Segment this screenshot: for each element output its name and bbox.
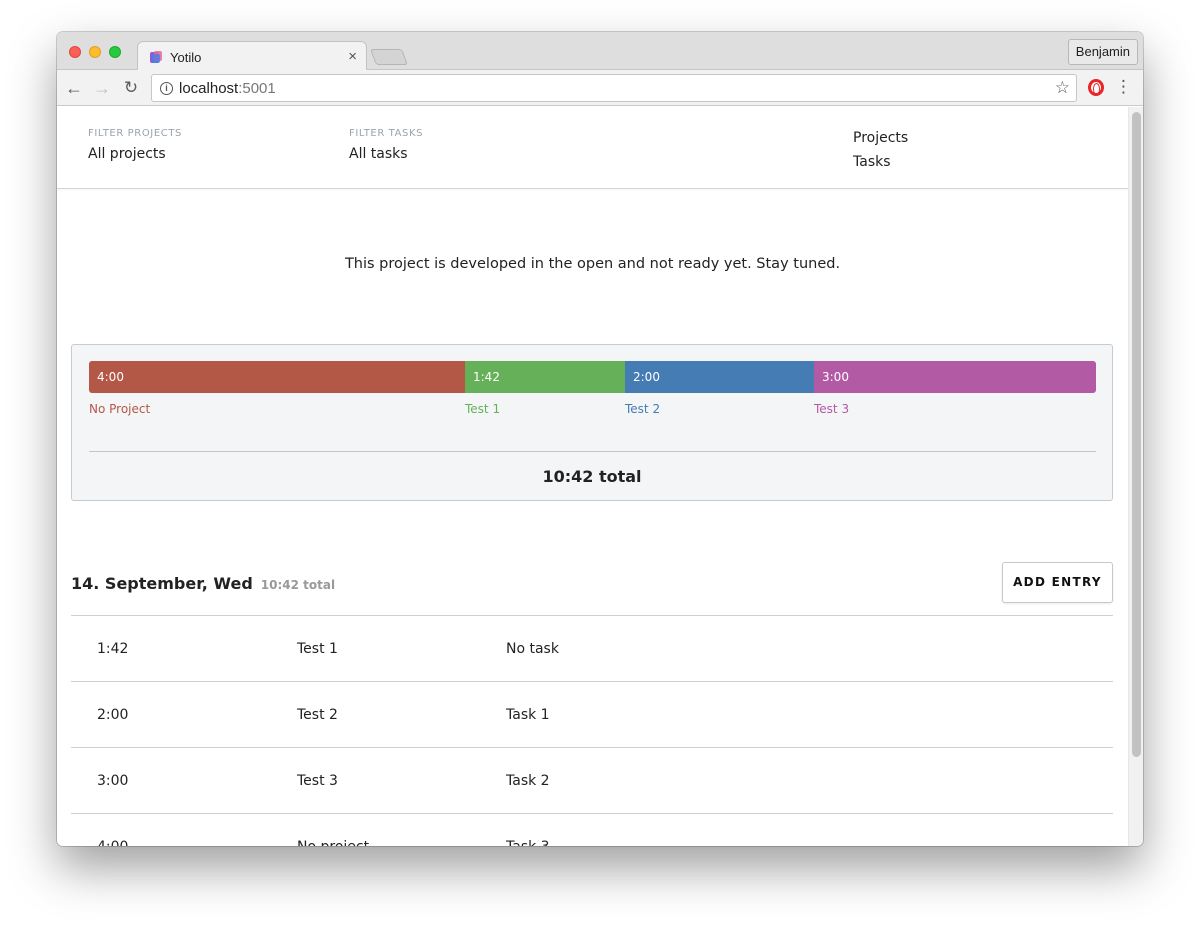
segment-label: Test 1: [465, 402, 501, 416]
forward-arrow-icon[interactable]: →: [91, 77, 113, 99]
back-arrow-icon[interactable]: ←: [63, 77, 85, 99]
day-header: 14. September, Wed 10:42 total: [71, 574, 335, 593]
maximize-window-button[interactable]: [109, 46, 121, 58]
filter-bar: FILTER PROJECTS All projects FILTER TASK…: [57, 107, 1128, 189]
segment-label: No Project: [89, 402, 151, 416]
entry-row[interactable]: 2:00 Test 2 Task 1: [71, 681, 1113, 747]
entry-task: No task: [506, 641, 559, 657]
summary-total: 10:42 total: [542, 467, 642, 486]
url-port: :5001: [238, 80, 276, 97]
filter-projects[interactable]: FILTER PROJECTS All projects: [88, 128, 182, 162]
summary-panel: 4:00 1:42 2:00 3:00 No Project Test 1 Test 2 T…: [71, 344, 1113, 501]
entry-row[interactable]: 3:00 Test 3 Task 2: [71, 747, 1113, 813]
entry-duration: 4:00: [97, 839, 128, 846]
scrollbar[interactable]: [1128, 107, 1143, 846]
info-icon[interactable]: i: [160, 82, 173, 95]
entry-duration: 2:00: [97, 707, 129, 723]
bar-segment: 4:00: [89, 361, 465, 393]
entry-duration: 1:42: [97, 641, 129, 657]
new-tab-button[interactable]: [370, 49, 408, 65]
scrollbar-thumb[interactable]: [1132, 112, 1141, 757]
entry-project: Test 1: [297, 641, 338, 657]
tab-strip: Yotilo × Benjamin: [57, 32, 1143, 71]
page-viewport: FILTER PROJECTS All projects FILTER TASK…: [57, 107, 1143, 846]
url-host: localhost: [179, 80, 239, 97]
entry-project: No project: [297, 839, 369, 846]
entry-task: Task 3: [506, 839, 550, 846]
top-nav: Projects Tasks: [853, 126, 908, 174]
filter-projects-value[interactable]: All projects: [88, 146, 182, 162]
time-distribution-bar: 4:00 1:42 2:00 3:00: [89, 361, 1096, 393]
opera-icon[interactable]: [1088, 79, 1104, 96]
tab-close-icon[interactable]: ×: [348, 48, 357, 65]
day-title: 14. September, Wed: [71, 574, 253, 593]
filter-tasks[interactable]: FILTER TASKS All tasks: [349, 128, 423, 162]
browser-window: Yotilo × Benjamin ← → ↻ i localhost:5001…: [57, 32, 1143, 846]
entry-row[interactable]: 4:00 No project Task 3: [71, 813, 1113, 846]
filter-tasks-value[interactable]: All tasks: [349, 146, 423, 162]
menu-icon[interactable]: ⋮: [1115, 77, 1132, 97]
entry-task: Task 1: [506, 707, 550, 723]
entry-duration: 3:00: [97, 773, 129, 789]
entry-task: Task 2: [506, 773, 550, 789]
filter-tasks-label: FILTER TASKS: [349, 128, 424, 139]
nav-tasks-link[interactable]: Tasks: [853, 150, 908, 174]
tab-yotilo[interactable]: Yotilo ×: [137, 41, 367, 71]
add-entry-button[interactable]: ADD ENTRY: [1002, 562, 1113, 603]
bar-segment: 3:00: [814, 361, 1096, 393]
browser-toolbar: ← → ↻ i localhost:5001 ☆ ⋮: [57, 70, 1143, 106]
day-total: 10:42 total: [260, 578, 336, 592]
filter-projects-label: FILTER PROJECTS: [88, 128, 183, 139]
entry-project: Test 2: [297, 707, 338, 723]
yotilo-logo-icon: [150, 51, 162, 63]
entries-list: 1:42 Test 1 No task 2:00 Test 2 Task 1 3:00 Tes…: [71, 615, 1113, 846]
tab-title: Yotilo: [170, 50, 202, 65]
segment-label: Test 3: [814, 402, 850, 416]
bar-segment: 2:00: [625, 361, 814, 393]
address-bar[interactable]: i localhost:5001 ☆: [151, 74, 1077, 102]
entry-row[interactable]: 1:42 Test 1 No task: [71, 615, 1113, 681]
url-text: localhost:5001: [179, 80, 276, 97]
close-window-button[interactable]: [69, 46, 81, 58]
star-icon[interactable]: ☆: [1055, 78, 1070, 98]
minimize-window-button[interactable]: [89, 46, 101, 58]
entry-project: Test 3: [297, 773, 338, 789]
nav-projects-link[interactable]: Projects: [853, 126, 908, 150]
segment-label: Test 2: [625, 402, 661, 416]
bar-segment: 1:42: [465, 361, 625, 393]
profile-button[interactable]: Benjamin: [1067, 39, 1138, 65]
notice-text: This project is developed in the open an…: [344, 256, 841, 272]
summary-divider: [89, 451, 1096, 452]
reload-icon[interactable]: ↻: [120, 77, 142, 99]
